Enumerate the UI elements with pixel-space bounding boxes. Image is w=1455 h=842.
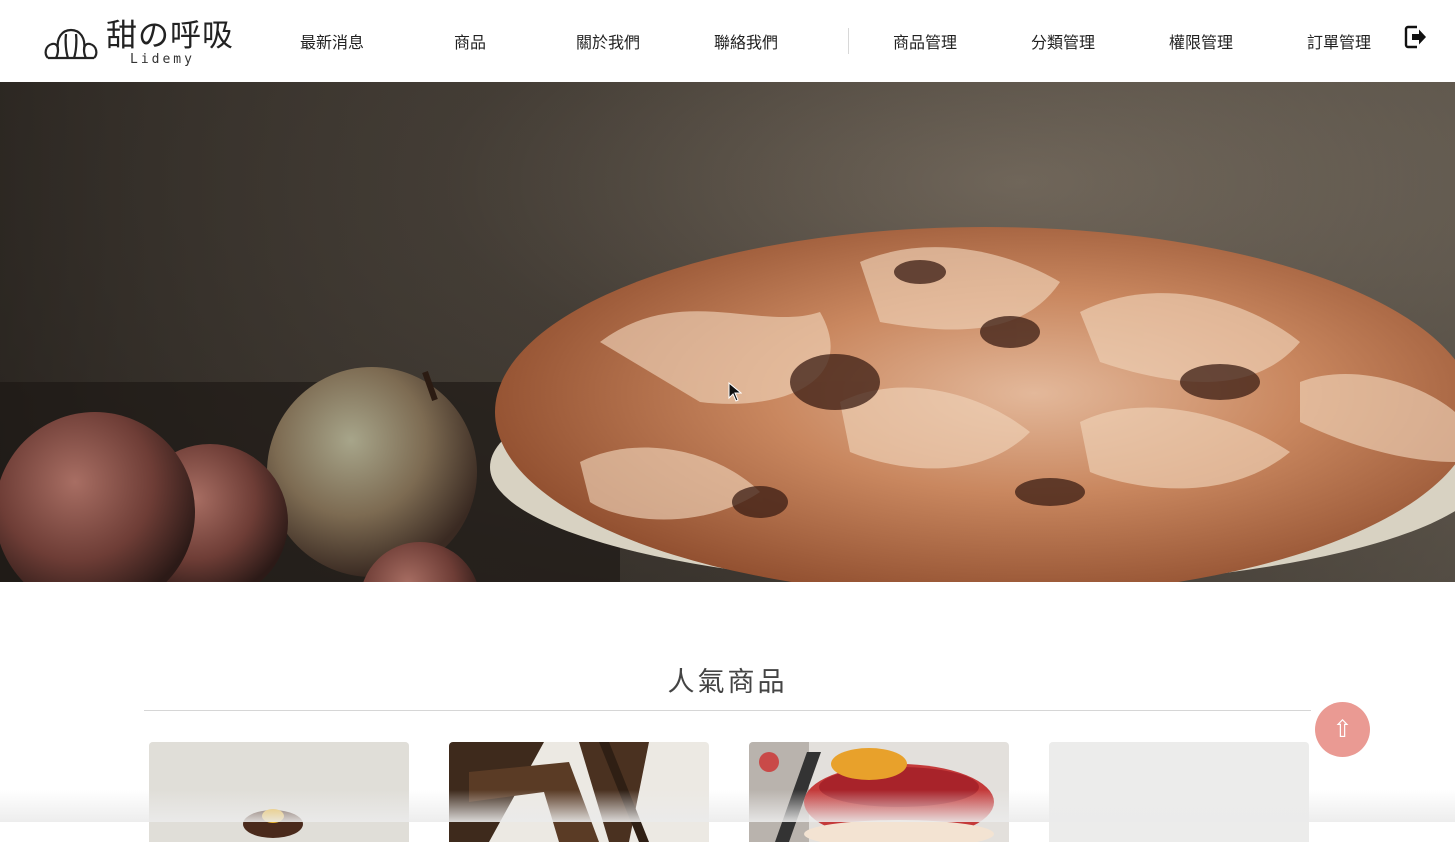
section-divider [144, 710, 1311, 711]
logo-title: 甜の呼吸 [106, 18, 234, 54]
cake-photo [149, 742, 409, 842]
nav-products[interactable]: 商品 [454, 29, 486, 53]
sign-out-icon[interactable] [1404, 24, 1428, 50]
hero-banner [0, 82, 1455, 582]
arrow-up-icon: ⇧ [1332, 715, 1353, 743]
nav-news[interactable]: 最新消息 [300, 29, 364, 53]
nav-permission-management[interactable]: 權限管理 [1169, 29, 1233, 53]
product-card[interactable] [149, 742, 409, 842]
nav-about[interactable]: 關於我們 [576, 29, 640, 53]
mouse-cursor-icon [728, 382, 742, 402]
nav-order-management[interactable]: 訂單管理 [1307, 29, 1371, 53]
product-card[interactable] [449, 742, 709, 842]
nav-product-management[interactable]: 商品管理 [893, 29, 957, 53]
nav-divider [848, 28, 849, 54]
logo-subtitle: Lidemy [130, 52, 195, 67]
site-header: 甜の呼吸 Lidemy 最新消息 商品 關於我們 聯絡我們 商品管理 分類管理 … [0, 0, 1455, 82]
nav-category-management[interactable]: 分類管理 [1031, 29, 1095, 53]
apple-pie-image [0, 82, 1455, 582]
site-logo[interactable]: 甜の呼吸 Lidemy [42, 18, 234, 70]
berry-tart-photo [749, 742, 1009, 842]
product-card[interactable] [749, 742, 1009, 842]
chair-table-photo [449, 742, 709, 842]
back-to-top-button[interactable]: ⇧ [1315, 702, 1370, 757]
popular-products-title: 人氣商品 [667, 667, 788, 698]
product-card[interactable] [1049, 742, 1309, 842]
light-plate-photo [1049, 742, 1309, 842]
nav-contact[interactable]: 聯絡我們 [714, 29, 778, 53]
croissant-icon [44, 28, 98, 60]
